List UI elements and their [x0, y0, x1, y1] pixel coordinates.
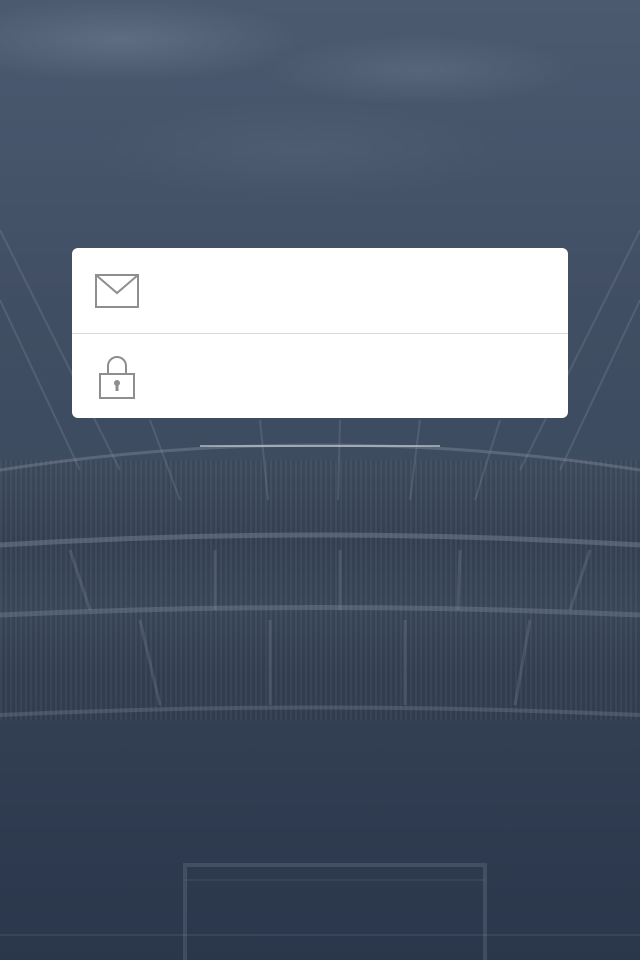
- form-divider: [200, 445, 440, 447]
- stadium-background: [0, 0, 640, 960]
- envelope-icon: [72, 248, 158, 333]
- background-overlay: [0, 0, 640, 960]
- login-form: [72, 248, 568, 418]
- lock-icon: [72, 334, 158, 418]
- email-row: [72, 248, 568, 334]
- password-field[interactable]: [158, 334, 568, 418]
- email-field[interactable]: [158, 248, 568, 333]
- password-row: [72, 334, 568, 418]
